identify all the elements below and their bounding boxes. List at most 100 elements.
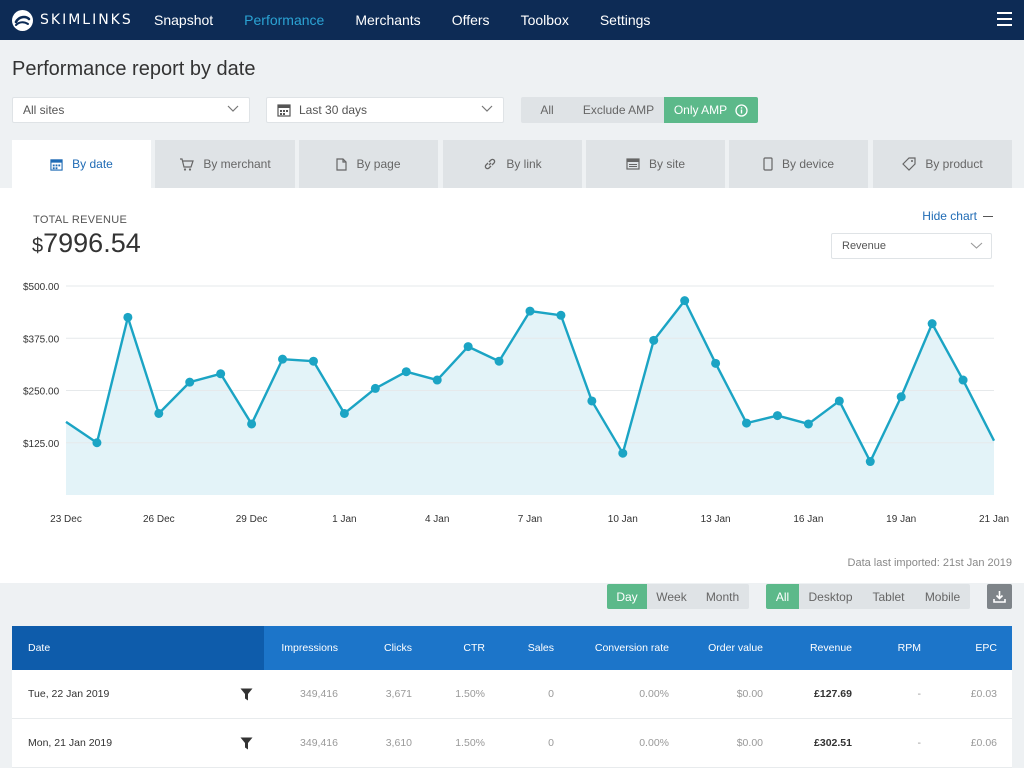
sites-select-value: All sites [23, 103, 65, 117]
column-header-rpm[interactable]: RPM [852, 626, 921, 670]
column-header-revenue[interactable]: Revenue [763, 626, 852, 670]
nav-item-snapshot[interactable]: Snapshot [154, 12, 213, 28]
x-tick-label: 23 Dec [50, 514, 82, 525]
data-point [772, 411, 782, 421]
data-point [308, 356, 318, 366]
x-tick-label: 7 Jan [518, 514, 542, 525]
tab-by-merchant[interactable]: By merchant [155, 140, 295, 188]
data-point [958, 375, 968, 385]
y-tick-label: $375.00 [23, 334, 60, 345]
data-point [494, 356, 504, 366]
amp-exclude-button[interactable]: Exclude AMP [573, 97, 664, 123]
amp-only-label: Only AMP [673, 103, 728, 117]
tab-by-date[interactable]: By date [12, 140, 151, 188]
column-header-order-value[interactable]: Order value [669, 626, 763, 670]
nav-item-settings[interactable]: Settings [600, 12, 651, 28]
cell-clicks: 3,610 [385, 737, 412, 749]
data-point [154, 408, 164, 418]
table-row: Mon, 21 Jan 2019 349,416 3,610 1.50% 0 0… [12, 719, 1012, 768]
tab-by-page[interactable]: By page [299, 140, 438, 188]
tab-by-link[interactable]: By link [443, 140, 582, 188]
device-icon [763, 157, 773, 171]
column-header-impressions[interactable]: Impressions [264, 626, 338, 670]
calendar-icon [277, 104, 291, 117]
cell-ctr: 1.50% [455, 737, 485, 749]
device-toggle: All Desktop Tablet Mobile [766, 584, 970, 609]
amp-all-button[interactable]: All [521, 97, 573, 123]
cell-order-value: $0.00 [736, 737, 763, 749]
data-point [711, 358, 721, 368]
nav-item-offers[interactable]: Offers [452, 12, 490, 28]
y-tick-label: $125.00 [23, 439, 60, 450]
calendar-icon [50, 158, 63, 171]
y-tick-label: $250.00 [23, 387, 60, 398]
cell-clicks: 3,671 [385, 688, 412, 700]
x-tick-label: 29 Dec [236, 514, 268, 525]
tab-label: By site [648, 157, 685, 171]
brand-name: SKIMLINKS [40, 12, 133, 28]
cell-ctr: 1.50% [455, 688, 485, 700]
data-point [680, 296, 690, 306]
tab-label: By merchant [203, 157, 271, 171]
page-icon [336, 157, 348, 171]
logo[interactable]: SKIMLINKS [12, 9, 142, 31]
total-revenue-label: TOTAL REVENUE [33, 214, 128, 226]
cell-impressions: 349,416 [300, 737, 338, 749]
chevron-down-icon [227, 105, 239, 112]
cell-epc: £0.06 [970, 737, 997, 749]
tab-label: By page [356, 157, 401, 171]
column-header-conversion-rate[interactable]: Conversion rate [554, 626, 669, 670]
x-tick-label: 4 Jan [425, 514, 449, 525]
chevron-down-icon [970, 242, 983, 249]
data-point [216, 369, 226, 379]
nav-item-toolbox[interactable]: Toolbox [521, 12, 569, 28]
chart-area [66, 300, 994, 495]
hide-chart-link[interactable]: Hide chart [922, 209, 993, 223]
column-header-clicks[interactable]: Clicks [338, 626, 412, 670]
table-header: Date Impressions Clicks CTR Sales Conver… [12, 626, 1012, 670]
column-header-epc[interactable]: EPC [921, 626, 997, 670]
cell-impressions: 349,416 [300, 688, 338, 700]
column-header-sales[interactable]: Sales [485, 626, 554, 670]
tab-by-product[interactable]: By product [873, 140, 1012, 188]
cell-sales: 0 [548, 737, 554, 749]
filter-icon[interactable] [240, 737, 253, 750]
device-all-button[interactable]: All [766, 584, 799, 609]
tab-by-device[interactable]: By device [729, 140, 868, 188]
cell-rpm: - [917, 688, 922, 700]
filter-icon[interactable] [240, 688, 253, 701]
device-tablet-button[interactable]: Tablet [862, 584, 915, 609]
data-point [525, 306, 535, 316]
row-date: Tue, 22 Jan 2019 [28, 688, 110, 700]
sites-select[interactable]: All sites [12, 97, 250, 123]
data-point [92, 438, 102, 448]
cell-conversion-rate: 0.00% [639, 688, 669, 700]
column-header-date[interactable]: Date [12, 626, 264, 670]
tab-by-site[interactable]: By site [586, 140, 725, 188]
amp-only-button[interactable]: Only AMP [664, 97, 758, 123]
data-point [370, 383, 380, 393]
granularity-month-button[interactable]: Month [696, 584, 749, 609]
x-tick-label: 10 Jan [608, 514, 638, 525]
data-point [618, 448, 628, 458]
granularity-day-button[interactable]: Day [607, 584, 647, 609]
hamburger-menu-icon[interactable] [997, 12, 1012, 26]
nav-item-merchants[interactable]: Merchants [355, 12, 420, 28]
page-title: Performance report by date [12, 58, 256, 80]
metric-select[interactable]: Revenue [831, 233, 992, 259]
revenue-chart: $500.00 $375.00 $250.00 $125.00 23 Dec 26 Dec… [23, 282, 1009, 525]
nav-item-performance[interactable]: Performance [244, 12, 324, 28]
date-range-select[interactable]: Last 30 days [266, 97, 504, 123]
download-button[interactable] [987, 584, 1012, 609]
skimlinks-logo-icon [12, 9, 33, 31]
cell-conversion-rate: 0.00% [639, 737, 669, 749]
data-point [927, 319, 937, 329]
minus-icon [983, 216, 993, 218]
device-mobile-button[interactable]: Mobile [915, 584, 970, 609]
total-revenue-amount: 7996.54 [43, 228, 141, 258]
data-imported-note: Data last imported: 21st Jan 2019 [847, 557, 1012, 569]
column-header-ctr[interactable]: CTR [412, 626, 485, 670]
device-desktop-button[interactable]: Desktop [799, 584, 862, 609]
granularity-week-button[interactable]: Week [647, 584, 696, 609]
cell-rpm: - [917, 737, 922, 749]
